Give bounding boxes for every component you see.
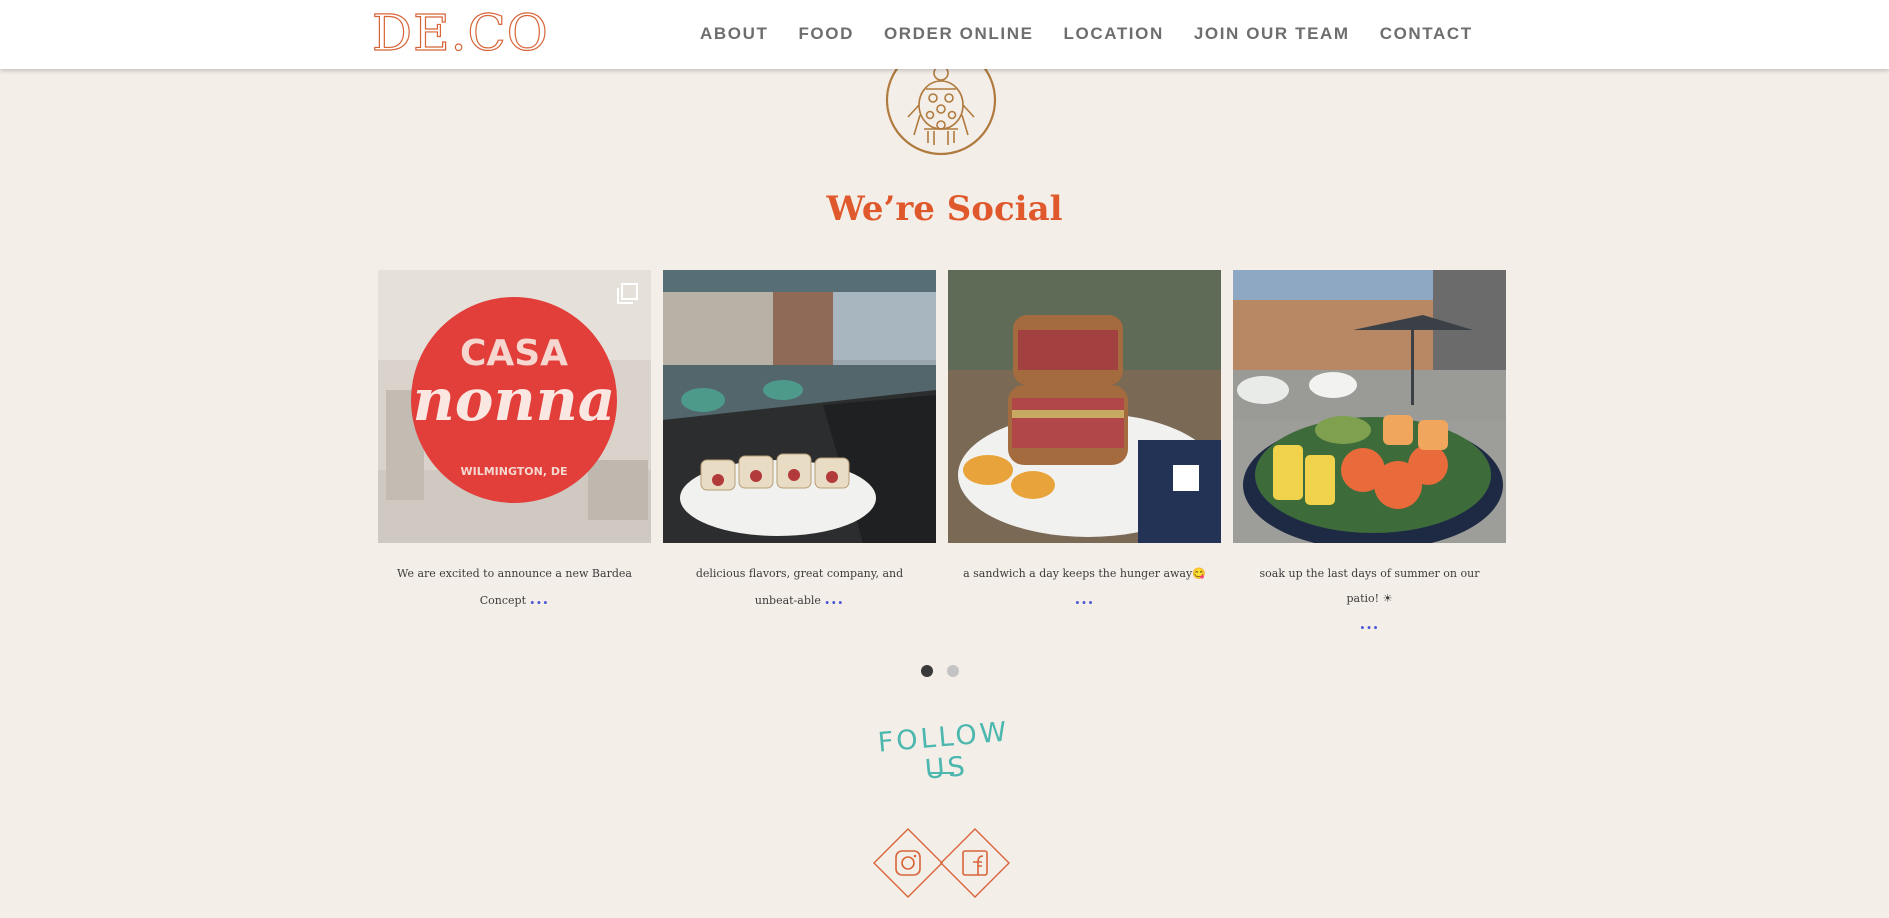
site-header: DE.CO ABOUT FOOD ORDER ONLINE LOCATION J… [0,0,1889,69]
post-image-sushi[interactable] [663,270,936,543]
post-caption: We are excited to announce a new Bardea … [378,561,651,613]
post-caption: a sandwich a day keeps the hunger away😋 … [948,561,1221,613]
svg-text:nonna: nonna [413,366,616,434]
caption-text: soak up the last days of summer on our p… [1259,567,1480,605]
nav-location[interactable]: LOCATION [1064,24,1164,44]
read-more-link[interactable]: ... [824,589,844,608]
nav-food[interactable]: FOOD [798,24,854,44]
svg-text:WILMINGTON, DE: WILMINGTON, DE [460,465,567,478]
carousel-pagination [921,665,959,677]
instagram-feed: CASA nonna WILMINGTON, DE We are excited… [378,270,1506,640]
caption-text: a sandwich a day keeps the hunger away😋 [963,567,1206,580]
nav-contact[interactable]: CONTACT [1380,24,1473,44]
post-caption: soak up the last days of summer on our p… [1233,561,1506,638]
deco-logo[interactable]: DE.CO [371,4,557,62]
instagram-icon[interactable] [873,828,943,898]
nav-join-our-team[interactable]: JOIN OUR TEAM [1194,24,1350,44]
section-title: We’re Social [826,189,1063,229]
logo-text: DE.CO [371,4,549,62]
instagram-post[interactable]: delicious flavors, great company, and un… [663,270,936,613]
post-image-poke-bowl[interactable] [1233,270,1506,543]
follow-us-heading: FOLLOW US [876,716,1011,786]
caption-text: We are excited to announce a new Bardea … [397,567,632,607]
nav-about[interactable]: ABOUT [700,24,768,44]
post-caption: delicious flavors, great company, and un… [663,561,936,613]
post-image-casa-nonna[interactable]: CASA nonna WILMINGTON, DE [378,270,651,543]
post-image-sandwich[interactable] [948,270,1221,543]
instagram-post[interactable]: soak up the last days of summer on our p… [1233,270,1506,638]
instagram-post[interactable]: CASA nonna WILMINGTON, DE We are excited… [378,270,651,613]
pagination-dot-2[interactable] [947,665,959,677]
caption-text: delicious flavors, great company, and un… [695,567,904,607]
facebook-icon[interactable] [940,828,1010,898]
instagram-post[interactable]: a sandwich a day keeps the hunger away😋 … [948,270,1221,613]
read-more-link[interactable]: ... [1360,614,1380,633]
gallery-icon [617,283,638,304]
follow-divider [928,772,954,774]
nav-order-online[interactable]: ORDER ONLINE [884,24,1034,44]
read-more-link[interactable]: ... [530,589,550,608]
main-nav: ABOUT FOOD ORDER ONLINE LOCATION JOIN OU… [700,0,1473,67]
read-more-link[interactable]: ... [1075,589,1095,608]
pagination-dot-1[interactable] [921,665,933,677]
